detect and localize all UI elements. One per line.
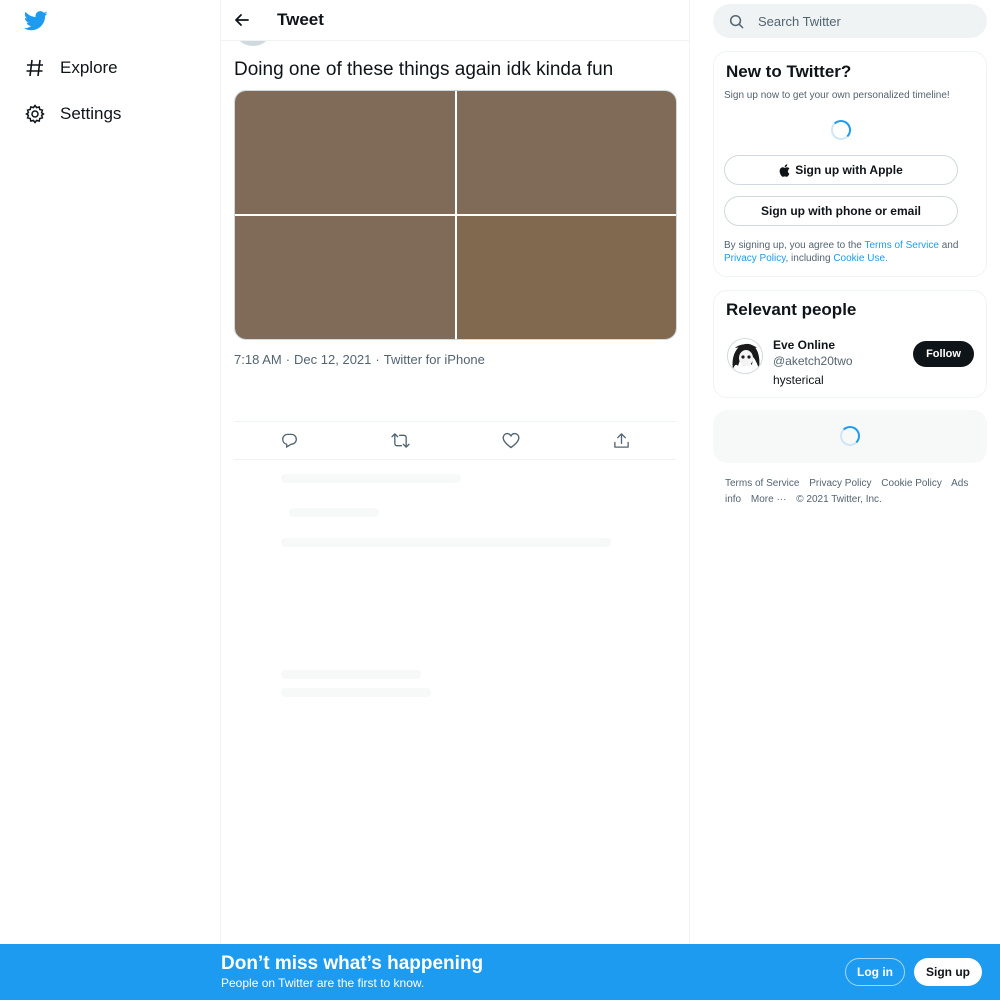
apple-icon: [779, 163, 790, 177]
tweet-meta: 7:18 AM · Dec 12, 2021 · Twitter for iPh…: [234, 352, 485, 367]
meta-separator: ·: [285, 352, 291, 367]
back-button[interactable]: [227, 5, 257, 35]
signup-card-subtitle: Sign up now to get your own personalized…: [724, 90, 950, 101]
terms-of-service-link[interactable]: Terms of Service: [864, 240, 938, 251]
tweet-photo-3[interactable]: [235, 216, 455, 339]
retweet-button[interactable]: [383, 424, 417, 458]
tweet-date[interactable]: Dec 12, 2021: [294, 352, 371, 367]
legal-and: and: [941, 240, 959, 251]
footer-link-privacy[interactable]: Privacy Policy: [809, 478, 871, 489]
tweet-text: Doing one of these things again idk kind…: [234, 59, 614, 80]
follow-button[interactable]: Follow: [913, 341, 974, 367]
left-navigation: Explore Settings: [0, 0, 221, 1000]
loading-placeholder: [281, 688, 431, 697]
nav-item-settings[interactable]: Settings: [24, 99, 121, 129]
avatar[interactable]: [727, 338, 763, 374]
person-name[interactable]: Eve Online: [773, 338, 835, 352]
signup-button[interactable]: Sign up: [914, 958, 982, 986]
footer-link-more[interactable]: More ···: [751, 494, 787, 505]
signup-apple-label: Sign up with Apple: [795, 163, 903, 177]
relevant-people-title: Relevant people: [726, 300, 857, 319]
loading-placeholder: [281, 474, 461, 483]
tweet-photo-2[interactable]: [456, 91, 676, 214]
loading-spinner: [831, 120, 851, 140]
cookie-use-link[interactable]: Cookie Use.: [833, 253, 887, 264]
signup-card-title: New to Twitter?: [726, 62, 852, 81]
signup-card: New to Twitter? Sign up now to get your …: [713, 51, 987, 277]
loading-placeholder: [281, 670, 421, 679]
signup-apple-button[interactable]: Sign up with Apple: [724, 155, 958, 185]
bottom-bar-subtitle: People on Twitter are the first to know.: [221, 976, 425, 990]
tweet-photo-4[interactable]: [456, 216, 676, 339]
arrow-left-icon: [234, 12, 250, 28]
tweet-source[interactable]: Twitter for iPhone: [384, 352, 485, 367]
signup-legal-text: By signing up, you agree to the Terms of…: [724, 239, 974, 265]
signup-phone-label: Sign up with phone or email: [760, 204, 921, 218]
search-bar[interactable]: [713, 4, 987, 38]
bottom-bar-title: Don’t miss what’s happening: [221, 953, 484, 974]
legal-including: , including: [785, 253, 831, 264]
footer-link-terms[interactable]: Terms of Service: [725, 478, 799, 489]
tweet-photo-1[interactable]: [235, 91, 455, 214]
twitter-bird-icon[interactable]: [23, 10, 48, 32]
person-bio: hysterical: [773, 373, 824, 387]
person-handle[interactable]: @aketch20two: [773, 354, 853, 368]
search-input[interactable]: [758, 13, 958, 29]
nav-item-explore[interactable]: Explore: [24, 53, 118, 83]
gear-icon: [24, 103, 46, 125]
nav-label-explore: Explore: [60, 58, 118, 77]
footer-link-cookie[interactable]: Cookie Policy: [881, 478, 942, 489]
main-header: Tweet: [221, 0, 689, 41]
hashtag-icon: [24, 57, 46, 79]
login-button[interactable]: Log in: [845, 958, 905, 986]
legal-prefix: By signing up, you agree to the: [724, 240, 862, 251]
like-icon: [502, 432, 520, 449]
privacy-policy-link[interactable]: Privacy Policy: [724, 253, 786, 264]
tweet-time[interactable]: 7:18 AM: [234, 352, 282, 367]
footer-copyright: © 2021 Twitter, Inc.: [796, 494, 882, 505]
meta-separator: ·: [375, 352, 380, 367]
nav-label-settings: Settings: [60, 104, 122, 123]
search-icon: [729, 14, 744, 29]
page-title: Tweet: [277, 10, 324, 29]
share-button[interactable]: [605, 424, 639, 458]
retweet-icon: [390, 432, 410, 449]
footer-links: Terms of Service Privacy Policy Cookie P…: [725, 476, 975, 508]
bottom-signup-bar: Don’t miss what’s happening People on Tw…: [0, 944, 1000, 1000]
signup-phone-email-button[interactable]: Sign up with phone or email: [724, 196, 958, 226]
reply-icon: [281, 432, 298, 449]
tweet-action-bar: [234, 421, 677, 460]
share-icon: [613, 432, 630, 449]
relevant-people-card: Relevant people Eve Online @aketch20two …: [713, 290, 987, 398]
tweet-media-grid: [234, 90, 677, 340]
loading-placeholder: [289, 508, 379, 517]
loading-card: [713, 410, 987, 463]
reply-button[interactable]: [272, 424, 306, 458]
main-column: Tweet Doing one of these things again id…: [221, 0, 690, 1000]
like-button[interactable]: [494, 424, 528, 458]
loading-placeholder: [281, 538, 611, 547]
loading-spinner: [840, 426, 860, 446]
